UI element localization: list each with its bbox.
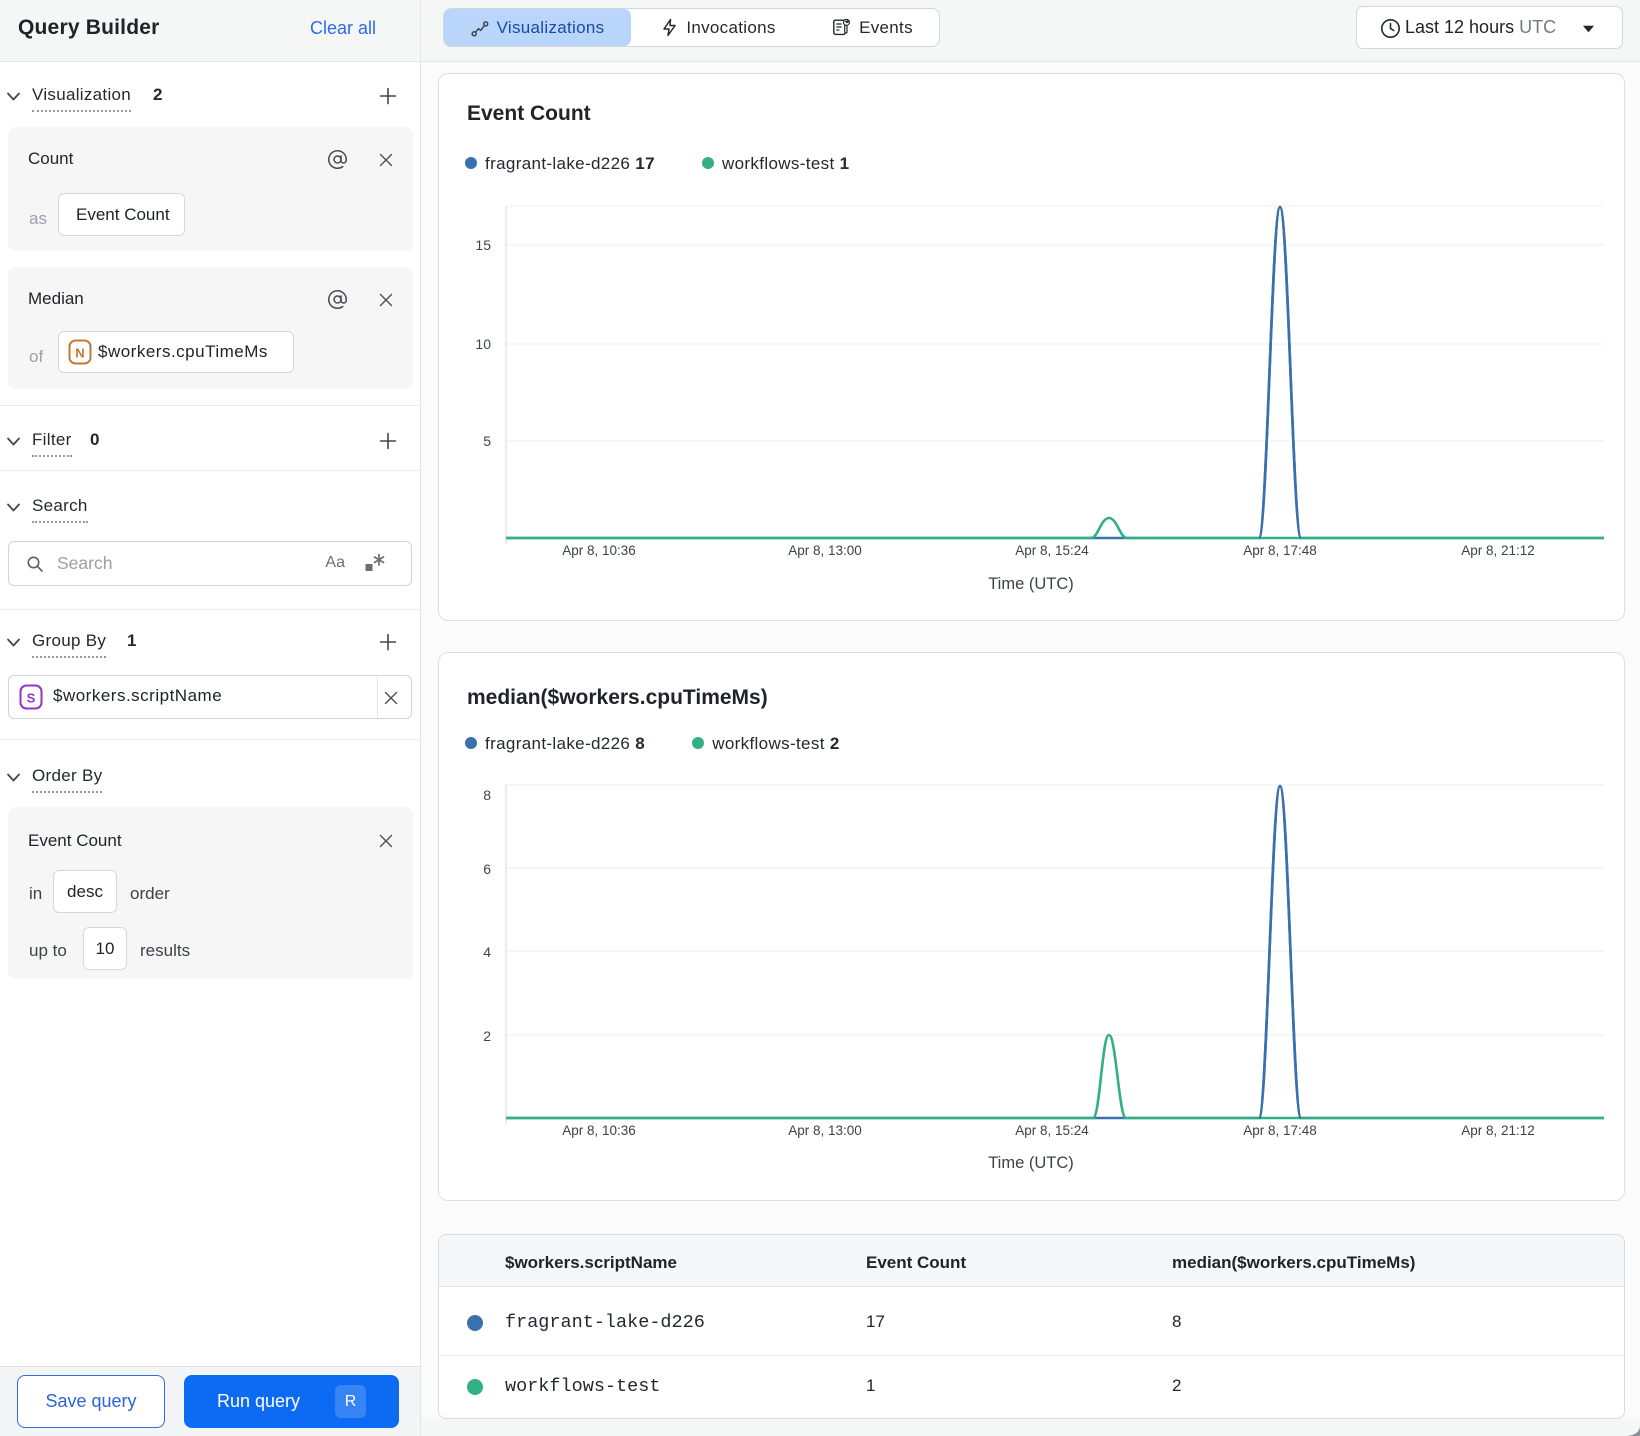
svg-text:8: 8	[483, 787, 491, 803]
svg-text:4: 4	[483, 944, 491, 960]
svg-text:Apr 8, 17:48: Apr 8, 17:48	[1243, 1123, 1317, 1138]
svg-text:Time (UTC): Time (UTC)	[988, 1154, 1074, 1172]
svg-text:Apr 8, 15:24: Apr 8, 15:24	[1015, 1123, 1089, 1138]
svg-text:Apr 8, 17:48: Apr 8, 17:48	[1243, 543, 1317, 558]
svg-text:2: 2	[483, 1028, 491, 1044]
svg-text:10: 10	[475, 336, 491, 352]
svg-text:Time (UTC): Time (UTC)	[988, 575, 1074, 593]
svg-text:Apr 8, 21:12: Apr 8, 21:12	[1461, 543, 1535, 558]
svg-text:Apr 8, 10:36: Apr 8, 10:36	[562, 543, 636, 558]
svg-text:Apr 8, 21:12: Apr 8, 21:12	[1461, 1123, 1535, 1138]
svg-text:5: 5	[483, 433, 491, 449]
svg-text:S: S	[27, 691, 36, 706]
svg-text:Apr 8, 15:24: Apr 8, 15:24	[1015, 543, 1089, 558]
svg-text:N: N	[75, 346, 84, 361]
svg-text:Apr 8, 13:00: Apr 8, 13:00	[788, 543, 862, 558]
svg-text:15: 15	[475, 237, 491, 253]
svg-text:Apr 8, 13:00: Apr 8, 13:00	[788, 1123, 862, 1138]
svg-text:Apr 8, 10:36: Apr 8, 10:36	[562, 1123, 636, 1138]
svg-text:6: 6	[483, 861, 491, 877]
